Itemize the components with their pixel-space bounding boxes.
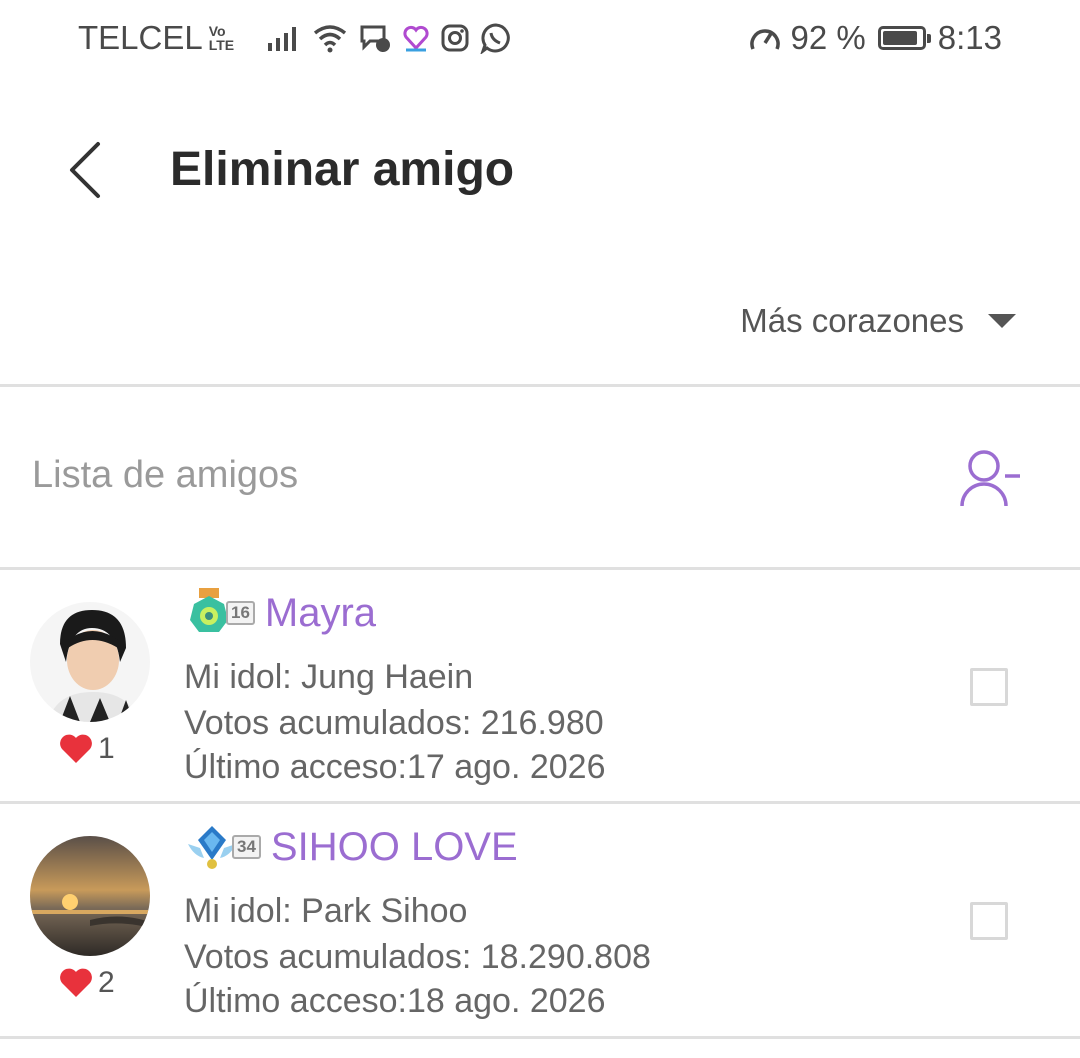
friend-votes: Votos acumulados: 216.980 [184, 704, 604, 742]
avatar-photo [30, 836, 150, 956]
avatar [30, 836, 150, 956]
friend-row[interactable]: 2 34 SIHOO LOVE Mi idol: Park Sihoo Voto… [0, 804, 1080, 1036]
app-header: Eliminar amigo [0, 100, 1080, 240]
friend-header-line: 16 Mayra [186, 588, 376, 638]
clock: 8:13 [937, 19, 1002, 56]
back-button[interactable] [58, 138, 118, 202]
signal-icon [268, 27, 297, 51]
whatsapp-icon [480, 23, 510, 54]
friend-last-access: Último acceso:18 ago. 2026 [184, 982, 606, 1020]
heart-icon [60, 734, 92, 763]
select-checkbox[interactable] [970, 668, 1008, 706]
friend-row[interactable]: 1 16 Mayra Mi idol: Jung Haein Votos acu… [0, 570, 1080, 802]
friend-votes: Votos acumulados: 18.290.808 [184, 938, 651, 976]
status-left: TELCEL Vo LTE [78, 18, 512, 58]
select-checkbox[interactable] [970, 902, 1008, 940]
dropdown-arrow-icon [988, 314, 1016, 328]
divider [0, 1036, 1080, 1039]
battery-level [882, 31, 918, 45]
chevron-left-icon [70, 142, 100, 198]
volte-indicator: Vo LTE [208, 23, 235, 53]
instagram-icon [441, 24, 469, 52]
heart-icon [60, 968, 92, 997]
status-icons [266, 22, 512, 54]
sort-label: Más corazones [740, 302, 964, 339]
carrier-name: TELCEL [78, 19, 203, 56]
heart-count: 2 [98, 966, 115, 999]
level-number: 34 [232, 835, 261, 859]
battery-percent: 92 % [790, 19, 866, 56]
status-bar: TELCEL Vo LTE 92 % 8:13 [0, 0, 1080, 76]
level-number: 16 [226, 601, 255, 625]
friend-name[interactable]: Mayra [265, 591, 376, 636]
friends-list-header: Lista de amigos [0, 388, 1080, 568]
avatar-photo [30, 602, 150, 722]
speedometer-icon [749, 29, 780, 50]
friend-idol: Mi idol: Park Sihoo [184, 892, 468, 930]
sort-dropdown[interactable]: Más corazones [740, 302, 1018, 340]
friend-hearts: 2 [58, 966, 115, 1000]
remove-user-icon [960, 450, 1020, 507]
friend-hearts: 1 [58, 732, 115, 766]
divider [0, 384, 1080, 387]
battery-icon [877, 26, 931, 50]
app-heart-icon [403, 25, 429, 52]
level-badge-icon [188, 826, 236, 869]
remove-friend-button[interactable] [958, 446, 1024, 512]
page-title: Eliminar amigo [170, 143, 515, 196]
friend-name[interactable]: SIHOO LOVE [271, 825, 518, 870]
heart-count: 1 [98, 732, 115, 765]
avatar [30, 602, 150, 722]
status-right: 92 % 8:13 [747, 18, 1002, 58]
friends-list-label: Lista de amigos [32, 454, 299, 496]
messenger-icon [360, 25, 391, 52]
friend-header-line: 34 SIHOO LOVE [186, 822, 518, 872]
wifi-icon [314, 25, 347, 53]
friend-last-access: Último acceso:17 ago. 2026 [184, 748, 606, 786]
friend-idol: Mi idol: Jung Haein [184, 658, 474, 696]
